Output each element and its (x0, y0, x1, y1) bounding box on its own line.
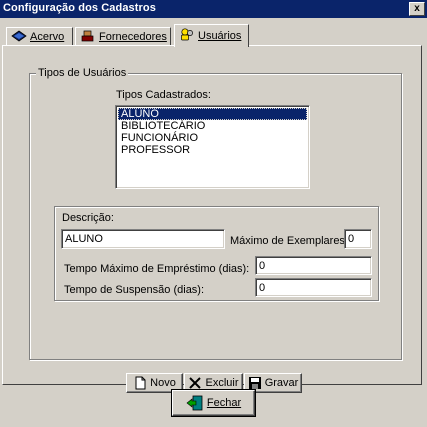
config-window: Configuração dos Cadastros x Acervo Forn… (0, 0, 427, 427)
delete-x-icon (188, 376, 202, 390)
user-types-group-label: Tipos de Usuários (36, 67, 129, 79)
title-bar[interactable]: Configuração dos Cadastros x (0, 0, 427, 18)
suspension-label: Tempo de Suspensão (dias): (64, 284, 205, 296)
user-types-listbox[interactable]: ALUNO BIBLIOTECÁRIO FUNCIONÁRIO PROFESSO… (115, 105, 310, 189)
close-window-button[interactable]: x (409, 2, 425, 16)
tab-acervo-label: Acervo (30, 31, 65, 43)
window-title: Configuração dos Cadastros (3, 2, 156, 14)
close-dialog-button[interactable]: Fechar (172, 390, 255, 416)
exit-door-icon (186, 395, 204, 411)
description-value: ALUNO (65, 233, 103, 245)
tab-strip: Acervo Fornecedores Usuários (2, 24, 422, 47)
list-item[interactable]: FUNCIONÁRIO (118, 132, 307, 144)
description-field[interactable]: ALUNO (61, 229, 225, 249)
tab-acervo[interactable]: Acervo (6, 27, 73, 45)
tab-page-usuarios: Tipos de Usuários Tipos Cadastrados: ALU… (2, 45, 422, 393)
close-dialog-label: Fechar (206, 397, 242, 409)
tab-fornecedores[interactable]: Fornecedores (75, 27, 171, 45)
delete-button-label: Excluir (205, 377, 239, 389)
list-item[interactable]: ALUNO (118, 108, 307, 120)
user-types-list: ALUNO BIBLIOTECÁRIO FUNCIONÁRIO PROFESSO… (118, 108, 307, 156)
max-copies-label: Máximo de Exemplares: (230, 235, 348, 247)
suspension-field[interactable]: 0 (255, 278, 372, 297)
list-item[interactable]: BIBLIOTECÁRIO (118, 120, 307, 132)
tab-usuarios[interactable]: Usuários (174, 24, 249, 47)
list-item[interactable]: PROFESSOR (118, 144, 307, 156)
tab-fornecedores-label: Fornecedores (99, 31, 167, 43)
new-button-label: Novo (150, 377, 176, 389)
close-icon: x (414, 3, 420, 14)
save-button-label: Gravar (264, 377, 299, 389)
floppy-disk-icon (248, 376, 262, 390)
user-types-group: Tipos de Usuários Tipos Cadastrados: ALU… (29, 67, 402, 393)
supplier-icon (80, 30, 96, 42)
description-label: Descrição: (62, 212, 114, 224)
tab-usuarios-label: Usuários (198, 30, 242, 42)
max-loan-label: Tempo Máximo de Empréstimo (dias): (64, 263, 250, 275)
max-copies-value: 0 (348, 233, 355, 245)
max-loan-field[interactable]: 0 (255, 256, 372, 275)
suspension-value: 0 (259, 282, 266, 294)
book-icon (11, 30, 27, 42)
details-group: Descrição: ALUNO Máximo de Exemplares: 0… (54, 206, 379, 301)
max-loan-value: 0 (259, 260, 266, 272)
users-icon (179, 28, 195, 41)
max-copies-field[interactable]: 0 (344, 229, 372, 249)
registered-types-label: Tipos Cadastrados: (116, 89, 211, 101)
new-document-icon (133, 376, 147, 390)
